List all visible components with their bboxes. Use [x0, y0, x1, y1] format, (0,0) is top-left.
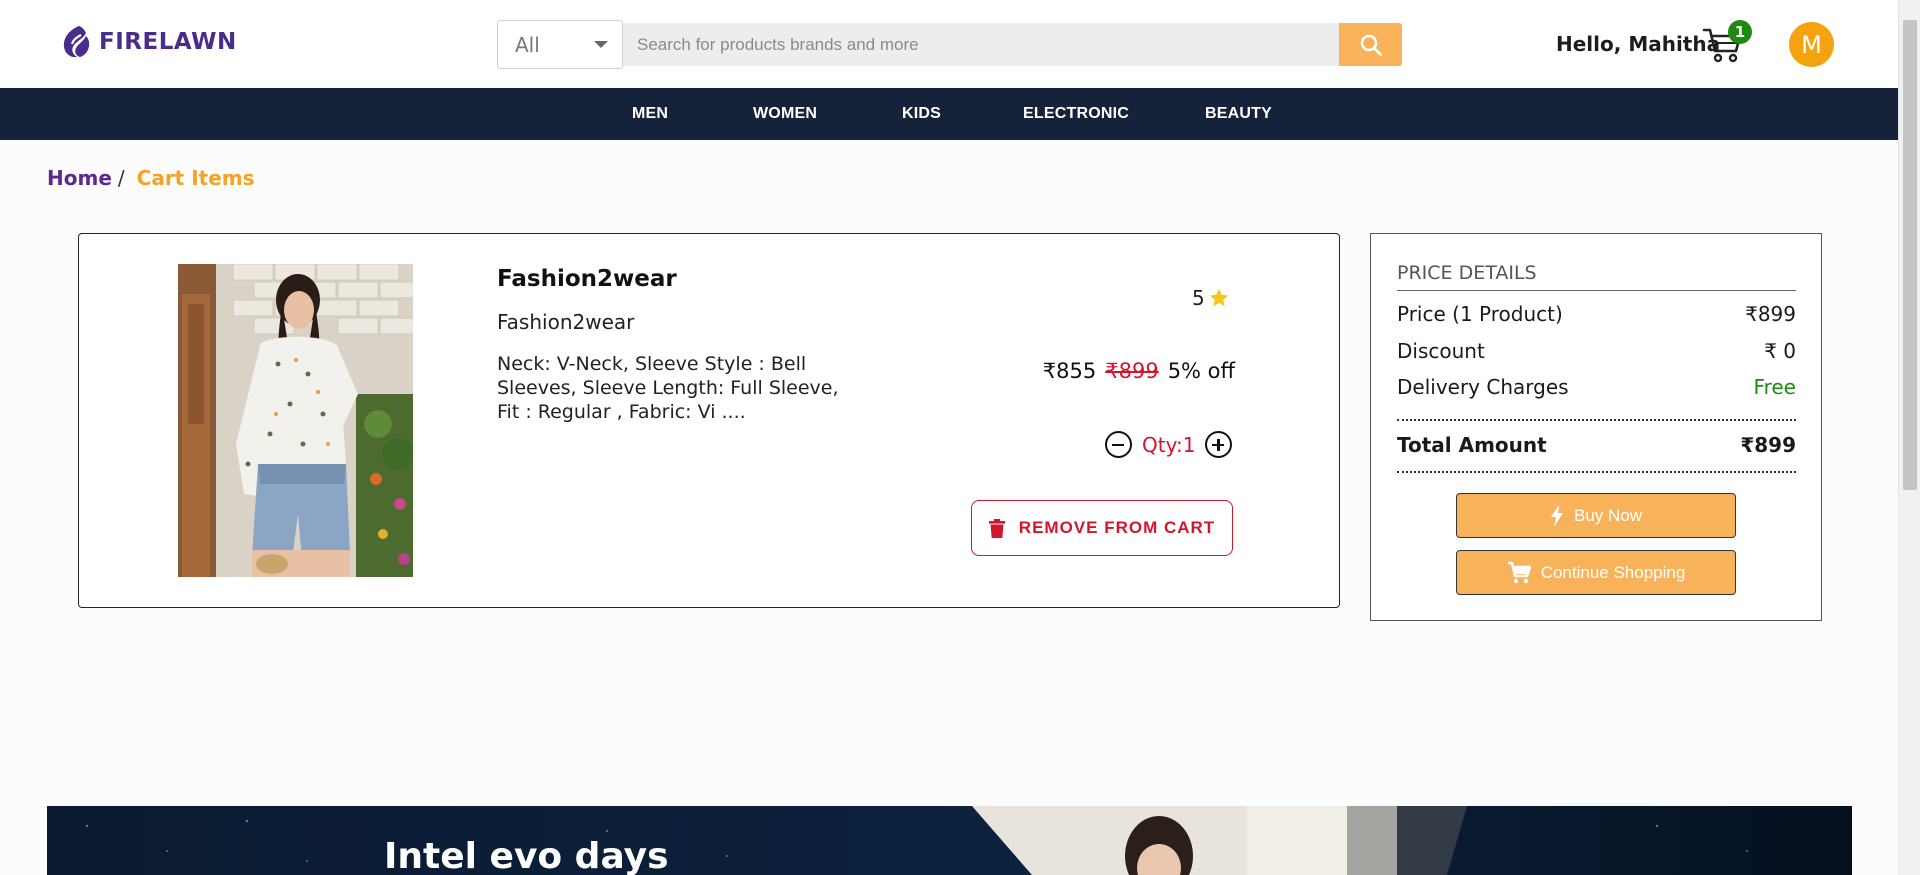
quantity-stepper: Qty:1	[1105, 431, 1233, 458]
category-nav: MEN WOMEN KIDS ELECTRONIC BEAUTY	[0, 88, 1898, 140]
search-category-value: All	[515, 32, 540, 57]
divider	[1397, 471, 1796, 473]
user-avatar[interactable]: M	[1789, 22, 1834, 67]
nav-item-women[interactable]: WOMEN	[753, 105, 817, 123]
cart-count-badge: 1	[1728, 20, 1752, 44]
delivery-label: Delivery Charges	[1397, 375, 1569, 399]
breadcrumb-home[interactable]: Home	[47, 166, 112, 190]
flash-icon	[1550, 504, 1563, 527]
product-photo	[178, 264, 413, 577]
product-image[interactable]	[178, 264, 413, 577]
current-price: ₹855	[1042, 359, 1097, 383]
nav-item-men[interactable]: MEN	[632, 105, 668, 123]
search-button[interactable]	[1339, 23, 1402, 66]
buy-now-button[interactable]: Buy Now	[1456, 493, 1736, 538]
total-amount-label: Total Amount	[1397, 433, 1547, 457]
delivery-value: Free	[1753, 375, 1796, 399]
trash-icon	[988, 518, 1005, 538]
price-row-delivery: Delivery Charges Free	[1397, 375, 1796, 399]
breadcrumb-current: Cart Items	[136, 166, 255, 190]
continue-shopping-label: Continue Shopping	[1540, 562, 1686, 582]
firelawn-logo-icon	[63, 26, 90, 58]
search-category-select[interactable]: All	[497, 20, 623, 69]
price-value: ₹899	[1745, 302, 1796, 326]
remove-from-cart-button[interactable]: REMOVE FROM CART	[971, 500, 1233, 556]
product-rating: 5	[1192, 286, 1230, 310]
increase-quantity-icon[interactable]	[1205, 431, 1233, 458]
price-details-title: PRICE DETAILS	[1397, 262, 1796, 291]
scrollbar-thumb[interactable]	[1903, 20, 1917, 490]
decrease-quantity-icon[interactable]	[1105, 431, 1132, 458]
nav-item-kids[interactable]: KIDS	[902, 105, 941, 123]
price-details-card: PRICE DETAILS Price (1 Product) ₹899 Dis…	[1370, 233, 1822, 621]
product-brand: Fashion2wear	[497, 310, 635, 334]
page-scrollbar[interactable]	[1898, 0, 1920, 875]
rating-value: 5	[1192, 286, 1205, 310]
nav-item-electronic[interactable]: ELECTRONIC	[1023, 105, 1129, 123]
discount-value: ₹ 0	[1764, 339, 1796, 363]
discount-label: Discount	[1397, 339, 1485, 363]
price-row-products: Price (1 Product) ₹899	[1397, 302, 1796, 326]
banner-title: Intel evo days	[384, 836, 669, 875]
breadcrumb-separator: /	[117, 166, 125, 190]
promo-banner[interactable]: Intel evo days	[47, 806, 1852, 875]
buy-now-label: Buy Now	[1573, 505, 1643, 525]
discount-percent: 5% off	[1167, 359, 1235, 383]
quantity-value: Qty:1	[1142, 432, 1196, 457]
cart-item-card: Fashion2wear Fashion2wear Neck: V-Neck, …	[78, 233, 1340, 608]
search-bar: All	[497, 20, 1402, 69]
brand-name: FIRELAWN	[99, 29, 237, 55]
price-row-discount: Discount ₹ 0	[1397, 339, 1796, 363]
brand-logo[interactable]: FIRELAWN	[59, 24, 237, 60]
star-icon	[1209, 288, 1228, 307]
chevron-down-icon	[594, 41, 608, 48]
search-icon	[1360, 34, 1382, 56]
shopping-cart-icon	[1507, 561, 1531, 583]
nav-item-beauty[interactable]: BEAUTY	[1205, 105, 1272, 123]
original-price: ₹899	[1105, 359, 1159, 383]
top-header: FIRELAWN All Hello, Mahitha 1 M	[0, 0, 1898, 88]
remove-from-cart-label: REMOVE FROM CART	[1018, 518, 1216, 537]
banner-artwork	[47, 806, 1852, 875]
price-label: Price (1 Product)	[1397, 302, 1563, 326]
divider	[1397, 419, 1796, 421]
total-amount-value: ₹899	[1740, 433, 1796, 457]
breadcrumb: Home / Cart Items	[47, 166, 255, 190]
search-input[interactable]	[623, 23, 1339, 66]
total-amount-row: Total Amount ₹899	[1397, 433, 1796, 457]
continue-shopping-button[interactable]: Continue Shopping	[1456, 550, 1736, 595]
product-title[interactable]: Fashion2wear	[497, 266, 677, 292]
user-greeting: Hello, Mahitha	[1556, 32, 1721, 56]
product-description: Neck: V-Neck, Sleeve Style : Bell Sleeve…	[497, 353, 839, 423]
price-row: ₹855 ₹899 5% off	[1043, 359, 1235, 383]
